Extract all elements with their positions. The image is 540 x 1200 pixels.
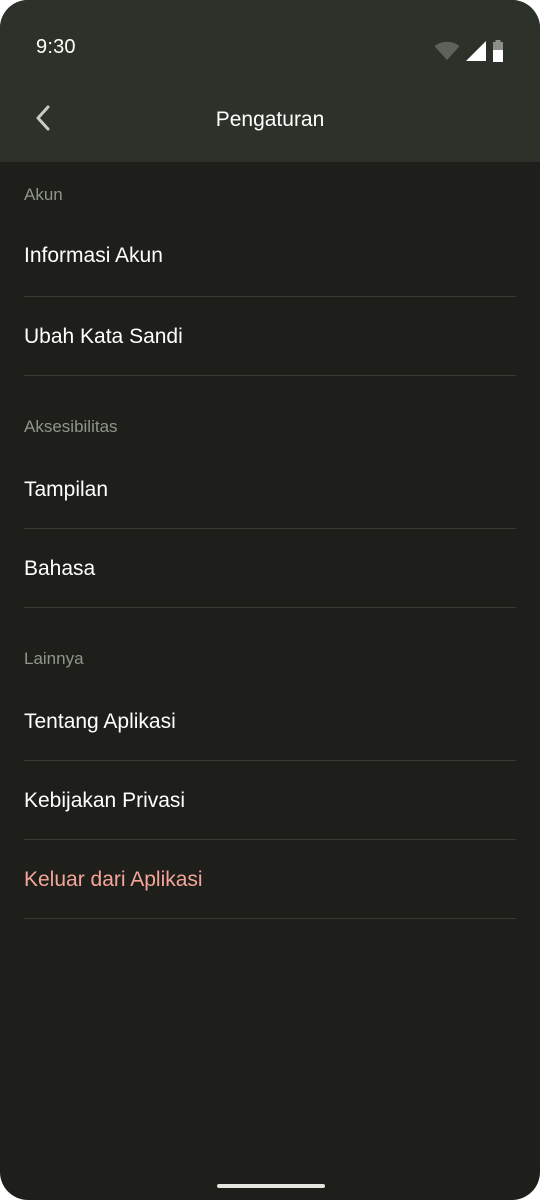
settings-item-label: Informasi Akun [24, 244, 163, 267]
section-header-akun: Akun [24, 185, 63, 204]
logout-button[interactable]: Keluar dari Aplikasi [24, 840, 516, 919]
settings-item-bahasa[interactable]: Bahasa [24, 529, 516, 608]
settings-item-informasi-akun[interactable]: Informasi Akun [24, 214, 516, 297]
settings-item-label: Bahasa [24, 557, 96, 580]
logout-label: Keluar dari Aplikasi [24, 868, 203, 891]
settings-item-label: Tentang Aplikasi [24, 710, 176, 733]
settings-list: Akun Informasi Akun Ubah Kata Sandi Akse… [0, 162, 540, 919]
home-indicator[interactable] [217, 1184, 325, 1188]
settings-item-tentang-aplikasi[interactable]: Tentang Aplikasi [24, 682, 516, 761]
settings-item-ubah-kata-sandi[interactable]: Ubah Kata Sandi [24, 297, 516, 376]
settings-item-label: Tampilan [24, 478, 109, 501]
cell-signal-icon [465, 41, 487, 61]
settings-item-kebijakan-privasi[interactable]: Kebijakan Privasi [24, 761, 516, 840]
top-app-bar: 9:30 Pengaturan [0, 0, 540, 162]
phone-screen: 9:30 Pengaturan Akun Informasi Akun Ubah… [0, 0, 540, 1200]
battery-icon [492, 40, 504, 62]
status-time: 9:30 [36, 36, 76, 58]
settings-item-label: Kebijakan Privasi [24, 789, 186, 812]
section-header-lainnya: Lainnya [24, 649, 84, 668]
wifi-icon [434, 41, 460, 61]
settings-item-tampilan[interactable]: Tampilan [24, 450, 516, 529]
section-header-aksesibilitas: Aksesibilitas [24, 417, 118, 436]
settings-item-label: Ubah Kata Sandi [24, 325, 183, 348]
page-title: Pengaturan [215, 108, 325, 131]
status-icons [434, 39, 504, 63]
